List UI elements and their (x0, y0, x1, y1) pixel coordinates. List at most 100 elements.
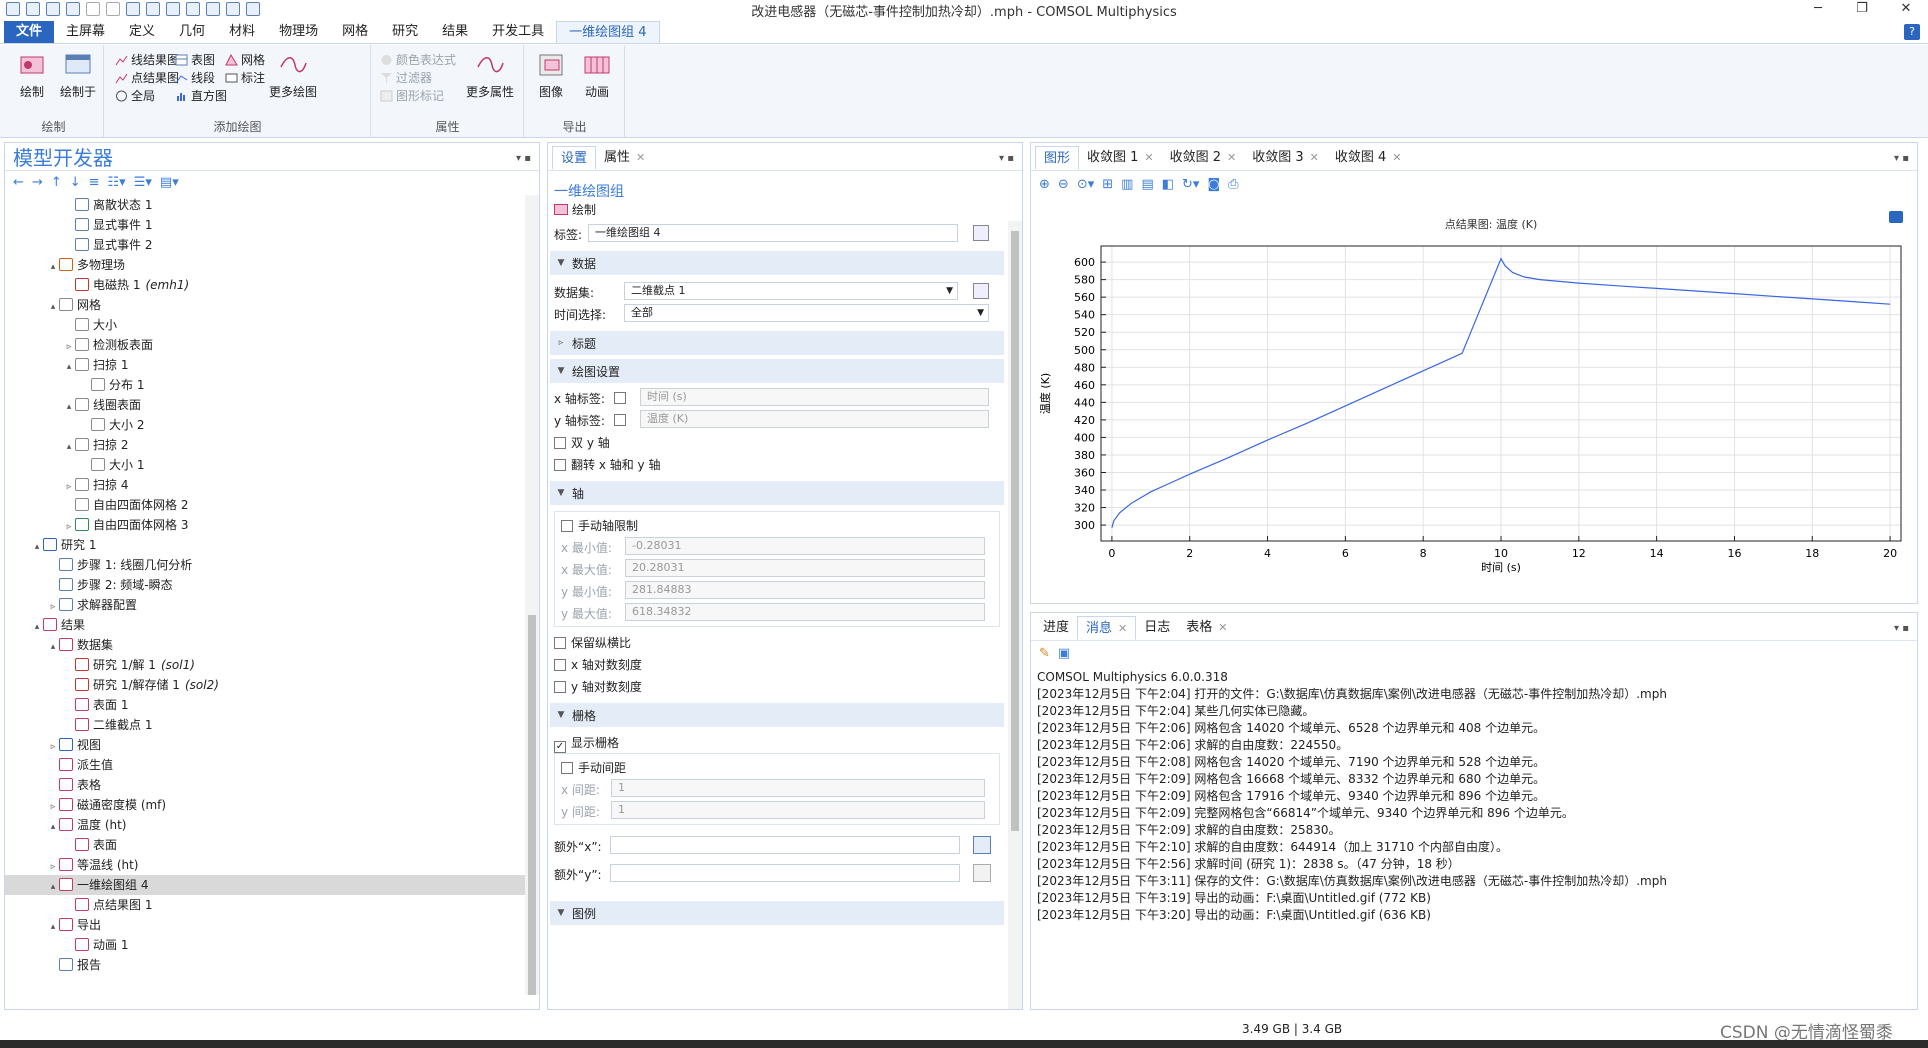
close-button[interactable]: ✕ (1884, 0, 1928, 18)
close-icon[interactable]: ✕ (1392, 151, 1401, 164)
dataset-goto-icon[interactable] (973, 283, 989, 299)
tree-node[interactable]: ▹ 自由四面体网格 3 (5, 515, 525, 535)
tree-toggle-icon[interactable]: ▹ (47, 597, 59, 617)
tab-progress[interactable]: 进度 (1035, 616, 1077, 640)
section-grid[interactable]: ▼ 栅格 (550, 703, 1004, 727)
y-log-scale-checkbox[interactable]: y 轴对数刻度 (554, 678, 642, 695)
y-axis-label-input[interactable]: 温度 (K) (640, 410, 989, 428)
settings-scrollbar[interactable] (1008, 221, 1022, 1009)
flip-axes-checkbox[interactable]: 翻转 x 轴和 y 轴 (554, 456, 660, 473)
label-input[interactable]: 一维绘图组 4 (588, 224, 958, 242)
menu-definitions[interactable]: 定义 (117, 21, 167, 43)
tree-node[interactable]: 大小 1 (5, 455, 525, 475)
zoom-box-icon[interactable]: ⊙▾ (1077, 177, 1094, 192)
mesh-plot-button[interactable]: 网格 (225, 51, 265, 69)
tree-node[interactable]: ▴ 网格 (5, 295, 525, 315)
x-spacing-input[interactable]: 1 (611, 779, 985, 797)
tree-node[interactable]: 点结果图 1 (5, 895, 525, 915)
line-graph-button[interactable]: 线结果图 (115, 51, 179, 69)
tree-node[interactable]: ▴ 结果 (5, 615, 525, 635)
tree-toggle-icon[interactable]: ▹ (47, 797, 59, 817)
tree-node[interactable]: 步骤 1: 线圈几何分析 (5, 555, 525, 575)
close-icon[interactable]: ✕ (1310, 151, 1319, 164)
tab-settings[interactable]: 设置 (552, 146, 597, 170)
tree-node[interactable]: 研究 1/解 1 (sol1) (5, 655, 525, 675)
show-icon[interactable]: ≡ (89, 175, 100, 190)
section-title[interactable]: ▹ 标题 (550, 331, 1004, 355)
move-up-icon[interactable]: ↑ (51, 175, 62, 190)
x-max-input[interactable]: 20.28031 (625, 559, 985, 577)
tree-node[interactable]: ▴ 导出 (5, 915, 525, 935)
tab-graphics[interactable]: 图形 (1035, 146, 1080, 170)
manual-spacing-checkbox[interactable]: 手动间距 (561, 759, 626, 776)
menu-file[interactable]: 文件 (4, 21, 55, 43)
tree-toggle-icon[interactable]: ▴ (63, 357, 75, 377)
tree-toggle-icon[interactable]: ▴ (47, 917, 59, 937)
tree-node[interactable]: 步骤 2: 频域-瞬态 (5, 575, 525, 595)
show-grid-checkbox[interactable]: ✓ 显示栅格 (554, 734, 619, 753)
menu-1d-plot-group[interactable]: 一维绘图组 4 (556, 21, 660, 43)
camera-icon[interactable]: ◙ (1207, 177, 1220, 192)
tree-toggle-icon[interactable]: ▴ (31, 617, 43, 637)
section-legend[interactable]: ▼ 图例 (550, 901, 1004, 925)
zoom-out-icon[interactable]: ⊖ (1058, 177, 1069, 192)
tree-toggle-icon[interactable]: ▴ (63, 397, 75, 417)
tab-convergence-4[interactable]: 收敛图 4 ✕ (1327, 146, 1410, 170)
y-max-input[interactable]: 618.34832 (625, 603, 985, 621)
tree-node[interactable]: 大小 (5, 315, 525, 335)
tree-node[interactable]: 分布 1 (5, 375, 525, 395)
tab-convergence-2[interactable]: 收敛图 2 ✕ (1162, 146, 1245, 170)
extra-y-input[interactable] (610, 864, 960, 882)
messages-log-icon[interactable]: ▣ (1058, 646, 1070, 661)
keep-aspect-ratio-checkbox[interactable]: 保留纵横比 (554, 634, 631, 651)
menu-mesh[interactable]: 网格 (330, 21, 380, 43)
tree-node[interactable]: ▹ 等温线 (ht) (5, 855, 525, 875)
tree-node[interactable]: ▴ 扫掠 1 (5, 355, 525, 375)
panel-menu-icon[interactable]: ▾ ▪ (516, 153, 531, 164)
point-graph-chart[interactable]: 0 2 4 6 8 10 12 14 16 18 20 300 320 340 360 380 400 420 44… (1031, 201, 1915, 601)
close-icon[interactable]: ✕ (1118, 622, 1127, 635)
print-icon[interactable]: ⎙ (1228, 177, 1238, 192)
menu-physics[interactable]: 物理场 (267, 21, 330, 43)
tree-node[interactable]: ▹ 扫掠 4 (5, 475, 525, 495)
clear-messages-icon[interactable]: ✎ (1039, 646, 1050, 661)
tree-toggle-icon[interactable]: ▴ (47, 817, 59, 837)
expand-all-icon[interactable]: ☷▾ (108, 175, 126, 190)
manual-axis-limits-checkbox[interactable]: 手动轴限制 (561, 517, 638, 534)
tree-node[interactable]: 显式事件 2 (5, 235, 525, 255)
grid-lines-icon[interactable]: ▥ (1121, 177, 1133, 192)
tree-node[interactable]: ▹ 视图 (5, 735, 525, 755)
tree-node[interactable]: 离散状态 1 (5, 195, 525, 215)
tree-toggle-icon[interactable]: ▹ (47, 737, 59, 757)
image-export-button[interactable]: 图像 (529, 51, 573, 100)
tree-node[interactable]: 表面 1 (5, 695, 525, 715)
tree-node[interactable]: ▴ 研究 1 (5, 535, 525, 555)
label-edit-icon[interactable] (973, 225, 989, 241)
menu-materials[interactable]: 材料 (217, 21, 267, 43)
plot-button[interactable]: 绘制 (10, 51, 54, 100)
annotation-button[interactable]: 标注 (225, 69, 265, 87)
tree-toggle-icon[interactable]: ▴ (47, 637, 59, 657)
graph-marker-button[interactable]: 图形标记 (380, 87, 444, 105)
menu-study[interactable]: 研究 (380, 21, 430, 43)
filter-button[interactable]: 过滤器 (380, 69, 432, 87)
menu-developer[interactable]: 开发工具 (480, 21, 556, 43)
tree-node[interactable]: ▴ 多物理场 (5, 255, 525, 275)
close-icon[interactable]: ✕ (1218, 621, 1227, 634)
time-selection-select[interactable]: 全部 ▼ (624, 304, 989, 322)
extra-y-range-icon[interactable] (973, 864, 991, 882)
tree-node[interactable]: ▹ 检测板表面 (5, 335, 525, 355)
section-axis[interactable]: ▼ 轴 (550, 481, 1004, 505)
section-plot-settings[interactable]: ▼ 绘图设置 (550, 359, 1004, 383)
tree-toggle-icon[interactable]: ▴ (47, 877, 59, 897)
tree-toggle-icon[interactable]: ▹ (63, 477, 75, 497)
tree-options-icon[interactable]: ▤▾ (160, 175, 179, 190)
y-min-input[interactable]: 281.84883 (625, 581, 985, 599)
line-segment-button[interactable]: 线段 (175, 69, 215, 87)
more-plots-button[interactable]: 更多绘图 (263, 51, 323, 100)
point-graph-button[interactable]: 点结果图 (115, 69, 179, 87)
y-axis-label-checkbox[interactable] (614, 414, 626, 426)
help-button[interactable]: ? (1904, 24, 1920, 40)
histogram-button[interactable]: 直方图 (175, 87, 227, 105)
tree-node[interactable]: ▴ 一维绘图组 4 (5, 875, 525, 895)
